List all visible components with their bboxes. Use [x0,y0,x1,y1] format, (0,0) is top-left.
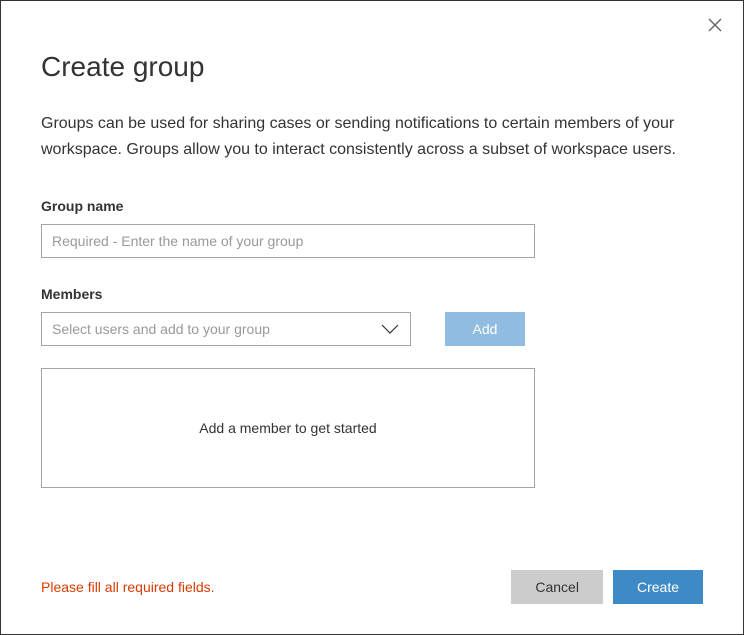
members-empty-state: Add a member to get started [41,368,535,488]
group-name-field-group: Group name [41,198,703,258]
members-dropdown[interactable]: Select users and add to your group [41,312,411,346]
group-name-label: Group name [41,198,703,214]
footer-buttons: Cancel Create [511,570,703,604]
members-row: Select users and add to your group Add [41,312,703,346]
create-group-dialog: Create group Groups can be used for shar… [1,1,743,634]
dialog-description: Groups can be used for sharing cases or … [41,111,703,162]
create-button[interactable]: Create [613,570,703,604]
dialog-footer: Please fill all required fields. Cancel … [41,550,703,604]
dialog-title: Create group [41,51,703,83]
cancel-button[interactable]: Cancel [511,570,603,604]
add-member-button[interactable]: Add [445,312,525,346]
close-button[interactable] [703,13,727,37]
chevron-down-icon [380,323,400,335]
members-empty-text: Add a member to get started [199,420,376,436]
members-field-group: Members Select users and add to your gro… [41,286,703,488]
error-message: Please fill all required fields. [41,579,215,595]
group-name-input[interactable] [41,224,535,258]
members-dropdown-placeholder: Select users and add to your group [52,321,270,337]
members-label: Members [41,286,703,302]
close-icon [708,18,722,32]
